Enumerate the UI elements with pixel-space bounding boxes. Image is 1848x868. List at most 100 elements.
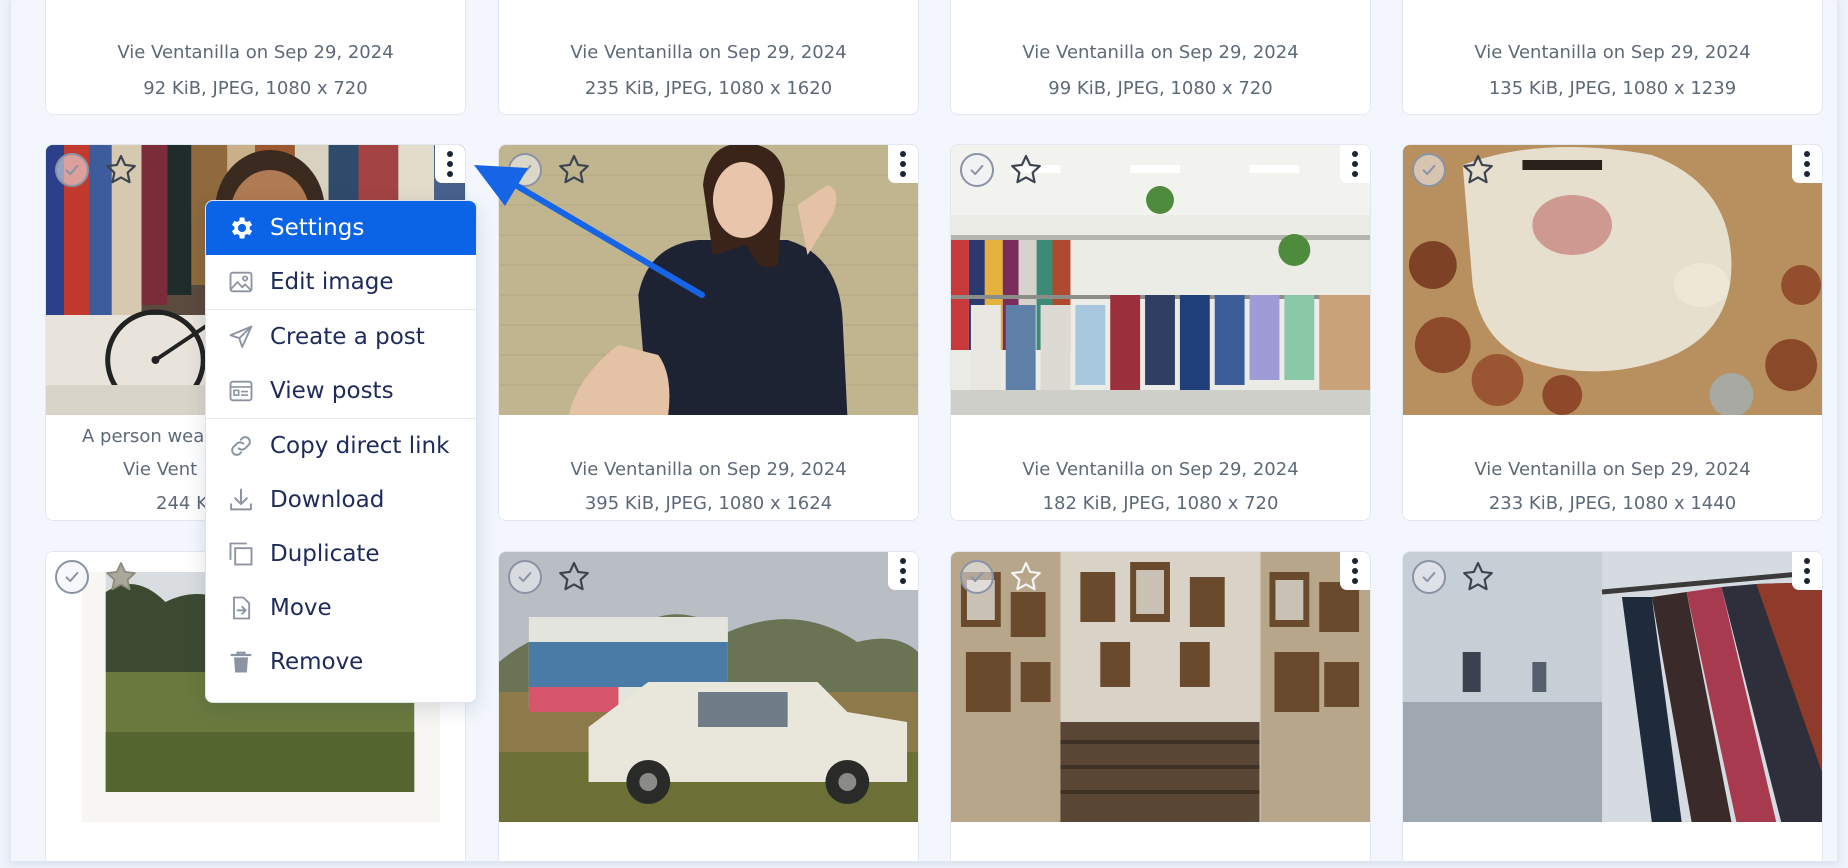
media-card[interactable] <box>1402 551 1823 861</box>
select-checkbox[interactable] <box>55 560 89 594</box>
more-options-button[interactable] <box>1340 552 1370 590</box>
card-author-date: Vie Ventanilla on Sep 29, 2024 <box>1022 42 1299 63</box>
media-card[interactable]: Vie Ventanilla on Sep 29, 2024 395 KiB, … <box>498 144 919 521</box>
star-icon <box>106 154 136 184</box>
card-author-date: Vie Ventanilla on Sep 29, 2024 <box>1474 459 1751 480</box>
menu-item-label: Download <box>270 487 385 513</box>
trash-icon <box>226 647 256 677</box>
media-card[interactable] <box>498 551 919 861</box>
menu-item-label: Duplicate <box>270 541 380 567</box>
more-dot <box>447 171 453 177</box>
gear-icon <box>226 213 256 243</box>
menu-item-label: Remove <box>270 649 364 675</box>
media-card[interactable]: Vie Ventanilla on Sep 29, 2024 92 KiB, J… <box>45 0 466 115</box>
card-thumbnail[interactable] <box>499 552 918 822</box>
star-icon <box>106 562 136 591</box>
menu-item-settings[interactable]: Settings <box>206 201 476 255</box>
more-dot <box>900 151 906 157</box>
favorite-button[interactable] <box>1007 151 1045 189</box>
select-checkbox[interactable] <box>1412 560 1446 594</box>
select-checkbox[interactable] <box>508 560 542 594</box>
media-card[interactable]: Vie Ventanilla on Sep 29, 2024 235 KiB, … <box>498 0 919 115</box>
card-author-date: Vie Ventanilla on Sep 29, 2024 <box>570 459 847 480</box>
more-dot <box>1352 151 1358 157</box>
media-card[interactable]: Vie Ventanilla on Sep 29, 2024 233 KiB, … <box>1402 144 1823 521</box>
menu-item-move[interactable]: Move <box>206 581 476 635</box>
menu-item-create-post[interactable]: Create a post <box>206 310 476 364</box>
more-options-button[interactable] <box>888 145 918 183</box>
media-card[interactable]: Vie Ventanilla on Sep 29, 2024 182 KiB, … <box>950 144 1371 521</box>
card-thumbnail[interactable] <box>499 145 918 415</box>
card-file-info: 135 KiB, JPEG, 1080 x 1239 <box>1488 78 1737 99</box>
star-icon <box>559 561 589 591</box>
menu-item-download[interactable]: Download <box>206 473 476 527</box>
select-checkbox[interactable] <box>55 153 89 187</box>
more-dot <box>900 161 906 167</box>
more-dot <box>1352 578 1358 584</box>
star-icon <box>559 154 589 184</box>
menu-item-duplicate[interactable]: Duplicate <box>206 527 476 581</box>
media-card[interactable]: Vie Ventanilla on Sep 29, 2024 99 KiB, J… <box>950 0 1371 115</box>
image-edit-icon <box>226 267 256 297</box>
media-card[interactable]: Vie Ventanilla on Sep 29, 2024 135 KiB, … <box>1402 0 1823 115</box>
menu-item-remove[interactable]: Remove <box>206 635 476 689</box>
favorite-button[interactable] <box>555 151 593 189</box>
card-author-date: Vie Ventanilla on Sep 29, 2024 <box>117 42 394 63</box>
more-options-button[interactable] <box>435 145 465 183</box>
check-icon <box>1422 571 1436 583</box>
move-icon <box>226 593 256 623</box>
more-options-button[interactable] <box>1792 552 1822 590</box>
favorite-button[interactable] <box>1459 151 1497 189</box>
menu-item-label: Settings <box>270 215 365 241</box>
menu-item-copy-link[interactable]: Copy direct link <box>206 419 476 473</box>
card-thumbnail[interactable] <box>951 145 1370 415</box>
more-dot <box>1804 151 1810 157</box>
more-dot <box>1352 171 1358 177</box>
duplicate-icon <box>226 539 256 569</box>
select-checkbox[interactable] <box>508 153 542 187</box>
more-options-button[interactable] <box>1340 145 1370 183</box>
check-icon <box>970 164 984 176</box>
favorite-button[interactable] <box>1007 558 1045 596</box>
more-dot <box>1804 171 1810 177</box>
media-card[interactable] <box>950 551 1371 861</box>
more-dot <box>447 161 453 167</box>
more-dot <box>447 151 453 157</box>
card-author-date: Vie Ventanilla on Sep 29, 2024 <box>1022 459 1299 480</box>
favorite-button[interactable] <box>555 558 593 596</box>
check-icon <box>518 164 532 176</box>
menu-item-edit-image[interactable]: Edit image <box>206 255 476 309</box>
paper-plane-icon <box>226 322 256 352</box>
check-icon <box>970 571 984 583</box>
card-file-info: 395 KiB, JPEG, 1080 x 1624 <box>584 493 833 514</box>
more-dot <box>1804 578 1810 584</box>
card-file-info: 233 KiB, JPEG, 1080 x 1440 <box>1488 493 1737 514</box>
more-dot <box>900 578 906 584</box>
more-dot <box>1352 558 1358 564</box>
menu-item-label: Copy direct link <box>270 433 450 459</box>
check-icon <box>65 571 79 583</box>
more-dot <box>900 568 906 574</box>
favorite-button[interactable] <box>1459 558 1497 596</box>
card-thumbnail[interactable] <box>1403 552 1822 822</box>
card-context-menu: Settings Edit image Create a post View p… <box>205 200 477 703</box>
card-thumbnail[interactable] <box>951 552 1370 822</box>
link-icon <box>226 431 256 461</box>
download-icon <box>226 485 256 515</box>
select-checkbox[interactable] <box>960 153 994 187</box>
card-file-info: 92 KiB, JPEG, 1080 x 720 <box>143 78 368 99</box>
favorite-button[interactable] <box>102 151 140 189</box>
more-options-button[interactable] <box>888 552 918 590</box>
card-thumbnail[interactable] <box>1403 145 1822 415</box>
more-dot <box>1804 161 1810 167</box>
favorite-button[interactable] <box>102 558 140 596</box>
posts-list-icon <box>226 376 256 406</box>
check-icon <box>518 571 532 583</box>
more-options-button[interactable] <box>1792 145 1822 183</box>
card-author-date: Vie Ventanilla on Sep 29, 2024 <box>570 42 847 63</box>
menu-item-view-posts[interactable]: View posts <box>206 364 476 418</box>
select-checkbox[interactable] <box>960 560 994 594</box>
select-checkbox[interactable] <box>1412 153 1446 187</box>
more-dot <box>1352 568 1358 574</box>
more-dot <box>1352 161 1358 167</box>
